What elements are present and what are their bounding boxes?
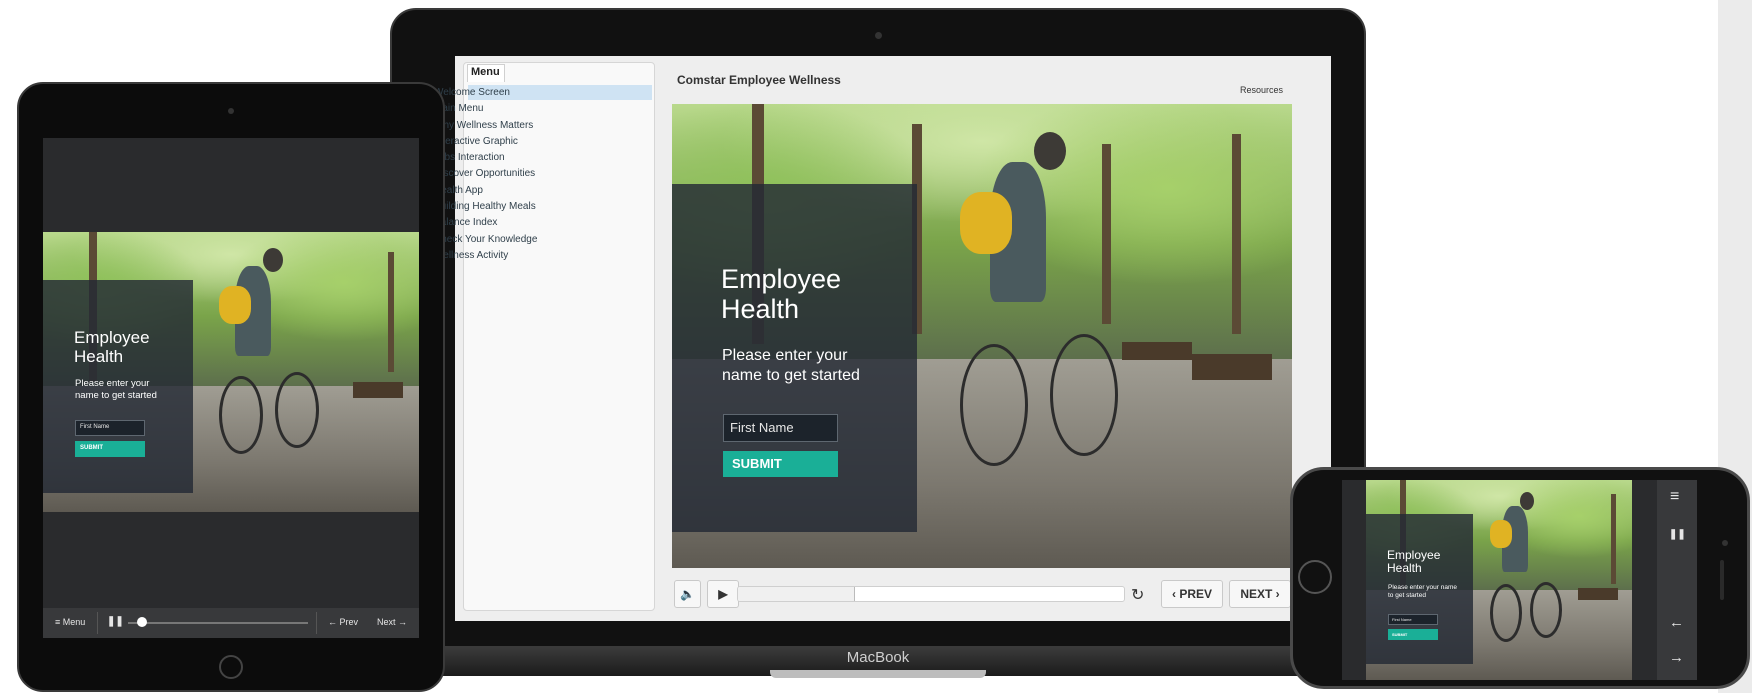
yellow-backpack [1490,520,1512,548]
tree-trunk [1232,134,1241,334]
tablet-prev-button[interactable]: ← Prev [328,617,358,627]
tablet-divider [97,612,98,634]
phone-speaker [1720,560,1724,600]
laptop-hinge [770,670,986,678]
menu-title: Menu [471,66,500,78]
submit-button[interactable]: SUBMIT [723,451,838,477]
phone-slide-title: Employee Health [1387,548,1441,576]
bench [1192,354,1272,380]
phone-next-icon[interactable]: → [1669,649,1684,666]
resources-link[interactable]: Resources [1240,85,1283,95]
bench [1578,588,1618,600]
yellow-backpack [960,192,1012,254]
tablet-home-button[interactable] [219,655,243,679]
tablet-first-name-input[interactable]: First Name [75,420,145,436]
yellow-backpack [219,286,251,324]
speaker-icon: 🔈 [680,587,695,601]
phone-home-button[interactable] [1298,560,1332,594]
first-name-input[interactable]: First Name [723,414,838,442]
tree-trunk [1611,494,1616,584]
tablet-camera-icon [228,108,234,114]
prev-button[interactable]: ‹ PREV [1161,580,1223,608]
menu-item-welcome-screen[interactable]: Welcome Screen [434,87,510,98]
rider-head [1034,132,1066,170]
tree-trunk [388,252,394,372]
menu-item-building-healthy-meals[interactable]: Building Healthy Meals [434,201,536,212]
tablet-next-button[interactable]: Next → [377,617,407,627]
phone-prev-icon[interactable]: ← [1669,614,1684,631]
replay-icon[interactable]: ↻ [1131,585,1144,605]
phone-first-name-input[interactable]: First Name [1388,614,1438,625]
menu-item-check-your-knowledge[interactable]: Check Your Knowledge [434,234,537,245]
bike-wheel [219,376,263,454]
play-icon: ▶ [718,587,728,601]
bike-wheel [1530,582,1562,638]
tablet-progress-track[interactable] [128,622,308,624]
tree-trunk [1102,144,1111,324]
tablet-slide-subtitle: Please enter your name to get started [75,378,157,401]
seek-bar[interactable] [737,586,1125,602]
phone-pause-icon[interactable]: ❚❚ [1669,529,1686,540]
course-title: Comstar Employee Wellness [677,73,841,87]
rider-head [1520,492,1534,510]
seek-bar-fill [738,587,855,601]
tablet-submit-button[interactable]: SUBMIT [75,441,145,457]
bike-wheel [1490,584,1522,642]
volume-button[interactable]: 🔈 [674,580,701,608]
bike-wheel [1050,334,1118,456]
phone-menu-icon[interactable]: ≡ [1670,488,1679,506]
bench [353,382,403,398]
slide-subtitle: Please enter your name to get started [722,347,860,384]
menu-item-interactive-graphic[interactable]: Interactive Graphic [434,136,518,147]
phone-slide-subtitle: Please enter your name to get started [1388,584,1458,600]
menu-item-why-wellness-matters[interactable]: Why Wellness Matters [434,120,533,131]
bench [1122,342,1192,360]
tablet-divider [316,612,317,634]
bike-wheel [960,344,1028,466]
tablet-slide-title: Employee Health [74,328,150,367]
phone-camera-icon [1722,540,1728,546]
pause-icon[interactable]: ❚❚ [107,616,124,627]
menu-item-discover-opportunities[interactable]: Discover Opportunities [434,168,535,179]
next-button[interactable]: NEXT › [1229,580,1291,608]
laptop-brand: MacBook [846,649,910,666]
camera-icon [875,32,882,39]
menu-item-wellness-activity[interactable]: Wellness Activity [434,250,508,261]
phone-submit-button[interactable]: SUBMIT [1388,629,1438,640]
slide-title: Employee Health [721,264,842,325]
tablet-menu-button[interactable]: ≡ Menu [55,617,85,627]
bike-wheel [275,372,319,448]
play-button[interactable]: ▶ [707,580,739,608]
rider-head [263,248,283,272]
tablet-progress-handle[interactable] [137,617,147,627]
